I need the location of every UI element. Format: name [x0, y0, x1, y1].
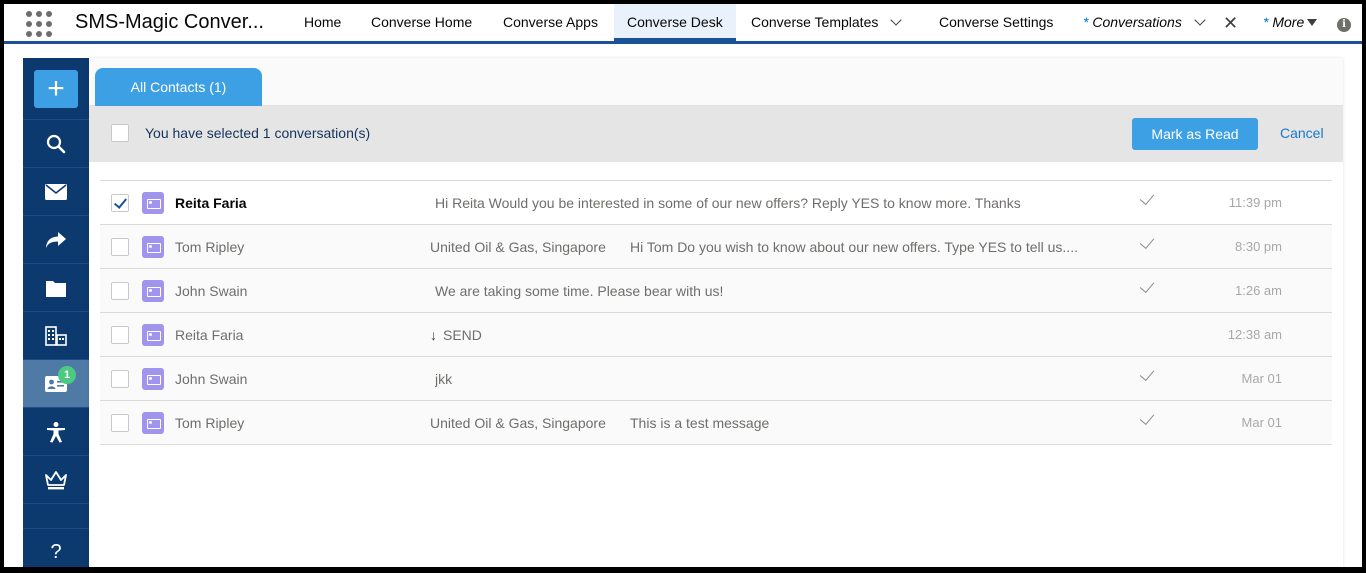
- sidebar-item-help[interactable]: ?: [23, 528, 89, 567]
- list-item[interactable]: Reita Faria ↓ SEND 12:38 am: [100, 313, 1332, 357]
- unsaved-marker: *: [1263, 14, 1273, 30]
- nav-converse-templates-label: Converse Templates: [751, 14, 879, 30]
- search-icon: [46, 134, 66, 153]
- selection-bar: You have selected 1 conversation(s) Mark…: [89, 106, 1343, 162]
- contact-name[interactable]: Tom Ripley: [175, 415, 244, 431]
- app-launcher-icon[interactable]: [26, 11, 52, 37]
- checkmark-icon: [1139, 189, 1155, 206]
- caret-down-icon: [1307, 19, 1318, 26]
- sidebar-item-forward[interactable]: [23, 216, 89, 264]
- share-arrow-icon: [46, 231, 66, 248]
- message-preview: Hi Reita Would you be interested in some…: [435, 195, 1021, 211]
- nav-home[interactable]: Home: [291, 4, 354, 41]
- sidebar: + 1 ?: [23, 58, 89, 567]
- row-checkbox[interactable]: [111, 414, 129, 432]
- selection-summary: You have selected 1 conversation(s): [145, 125, 371, 141]
- nav-converse-home[interactable]: Converse Home: [358, 4, 485, 41]
- nav-converse-settings[interactable]: Converse Settings: [926, 4, 1066, 41]
- message-preview: jkk: [435, 371, 453, 387]
- contact-icon: [142, 324, 164, 346]
- company-name: United Oil & Gas, Singapore: [430, 239, 606, 255]
- company-name: United Oil & Gas, Singapore: [430, 415, 606, 431]
- contact-name[interactable]: Reita Faria: [175, 195, 247, 211]
- chevron-down-icon[interactable]: [890, 14, 903, 26]
- sidebar-item-accounts[interactable]: [23, 312, 89, 360]
- row-checkbox[interactable]: [111, 194, 129, 212]
- checkmark-icon: [1139, 365, 1155, 382]
- new-conversation-button[interactable]: +: [34, 70, 78, 108]
- contact-icon: [142, 236, 164, 258]
- tab-all-contacts[interactable]: All Contacts (1): [95, 68, 262, 106]
- sidebar-new: +: [23, 58, 89, 120]
- sidebar-item-contacts[interactable]: 1: [23, 360, 89, 408]
- sidebar-item-folders[interactable]: [23, 264, 89, 312]
- message-preview: Hi Tom Do you wish to know about our new…: [630, 239, 1078, 255]
- building-icon: [45, 325, 67, 346]
- close-tab-icon[interactable]: ✕: [1223, 13, 1238, 34]
- conversation-list: Reita Faria Hi Reita Would you be intere…: [100, 180, 1332, 445]
- row-checkbox[interactable]: [111, 326, 129, 344]
- message-preview: This is a test message: [630, 415, 770, 431]
- row-checkbox[interactable]: [111, 370, 129, 388]
- message-time: Mar 01: [1241, 415, 1282, 430]
- app-window: SMS-Magic Conver... Home Converse Home C…: [4, 4, 1362, 567]
- arrow-down-icon: ↓: [430, 327, 437, 343]
- checkmark-icon: [1139, 233, 1155, 250]
- list-item[interactable]: Reita Faria Hi Reita Would you be intere…: [100, 181, 1332, 225]
- sidebar-item-search[interactable]: [23, 120, 89, 168]
- unsaved-marker: *: [1083, 14, 1093, 30]
- message-preview: We are taking some time. Please bear wit…: [435, 283, 724, 299]
- contact-tabs: All Contacts (1): [89, 58, 1343, 106]
- row-checkbox[interactable]: [111, 282, 129, 300]
- contact-name[interactable]: Tom Ripley: [175, 239, 244, 255]
- app-name: SMS-Magic Conver...: [75, 11, 264, 33]
- contact-name[interactable]: Reita Faria: [175, 327, 243, 343]
- row-checkbox[interactable]: [111, 238, 129, 256]
- message-time: 12:38 am: [1227, 327, 1282, 342]
- info-icon[interactable]: i: [1337, 18, 1351, 32]
- nav-conversations-tab[interactable]: * Conversations: [1070, 4, 1217, 41]
- checkmark-icon: [1139, 277, 1155, 294]
- message-time: 1:26 am: [1235, 283, 1282, 298]
- contact-icon: [142, 192, 164, 214]
- crown-icon: [45, 470, 67, 489]
- unread-count-badge: 1: [58, 366, 76, 384]
- help-icon: ?: [50, 541, 62, 563]
- top-navigation: SMS-Magic Conver... Home Converse Home C…: [4, 4, 1362, 44]
- mark-as-read-button[interactable]: Mark as Read: [1132, 118, 1258, 150]
- list-item[interactable]: Tom Ripley United Oil & Gas, Singapore H…: [100, 225, 1332, 269]
- contact-name[interactable]: John Swain: [175, 283, 247, 299]
- checkmark-icon: [1139, 409, 1155, 426]
- folder-icon: [46, 280, 66, 297]
- nav-converse-desk[interactable]: Converse Desk: [614, 4, 736, 41]
- contact-icon: [142, 412, 164, 434]
- nav-converse-apps[interactable]: Converse Apps: [490, 4, 611, 41]
- nav-more[interactable]: * More: [1250, 4, 1330, 41]
- accessibility-icon: [47, 421, 65, 442]
- chevron-down-icon[interactable]: [1194, 14, 1206, 26]
- list-item[interactable]: John Swain We are taking some time. Plea…: [100, 269, 1332, 313]
- envelope-icon: [45, 183, 67, 200]
- nav-conversations-label: Conversations: [1092, 14, 1182, 30]
- contact-icon: [142, 368, 164, 390]
- message-time: Mar 01: [1241, 371, 1282, 386]
- list-item[interactable]: John Swain jkk Mar 01: [100, 357, 1332, 401]
- message-time: 11:39 pm: [1228, 195, 1282, 210]
- message-time: 8:30 pm: [1235, 239, 1282, 254]
- message-preview: ↓ SEND: [430, 327, 482, 343]
- sidebar-item-premium[interactable]: [23, 456, 89, 504]
- contact-name[interactable]: John Swain: [175, 371, 247, 387]
- sidebar-item-campaigns[interactable]: [23, 408, 89, 456]
- conversation-panel: All Contacts (1) You have selected 1 con…: [89, 58, 1343, 567]
- sidebar-item-messages[interactable]: [23, 168, 89, 216]
- cancel-link[interactable]: Cancel: [1280, 125, 1324, 141]
- select-all-checkbox[interactable]: [111, 124, 129, 142]
- nav-converse-templates[interactable]: Converse Templates: [738, 4, 913, 41]
- list-item[interactable]: Tom Ripley United Oil & Gas, Singapore T…: [100, 401, 1332, 445]
- contact-icon: [142, 280, 164, 302]
- nav-more-label: More: [1272, 14, 1305, 30]
- message-text: SEND: [443, 327, 482, 343]
